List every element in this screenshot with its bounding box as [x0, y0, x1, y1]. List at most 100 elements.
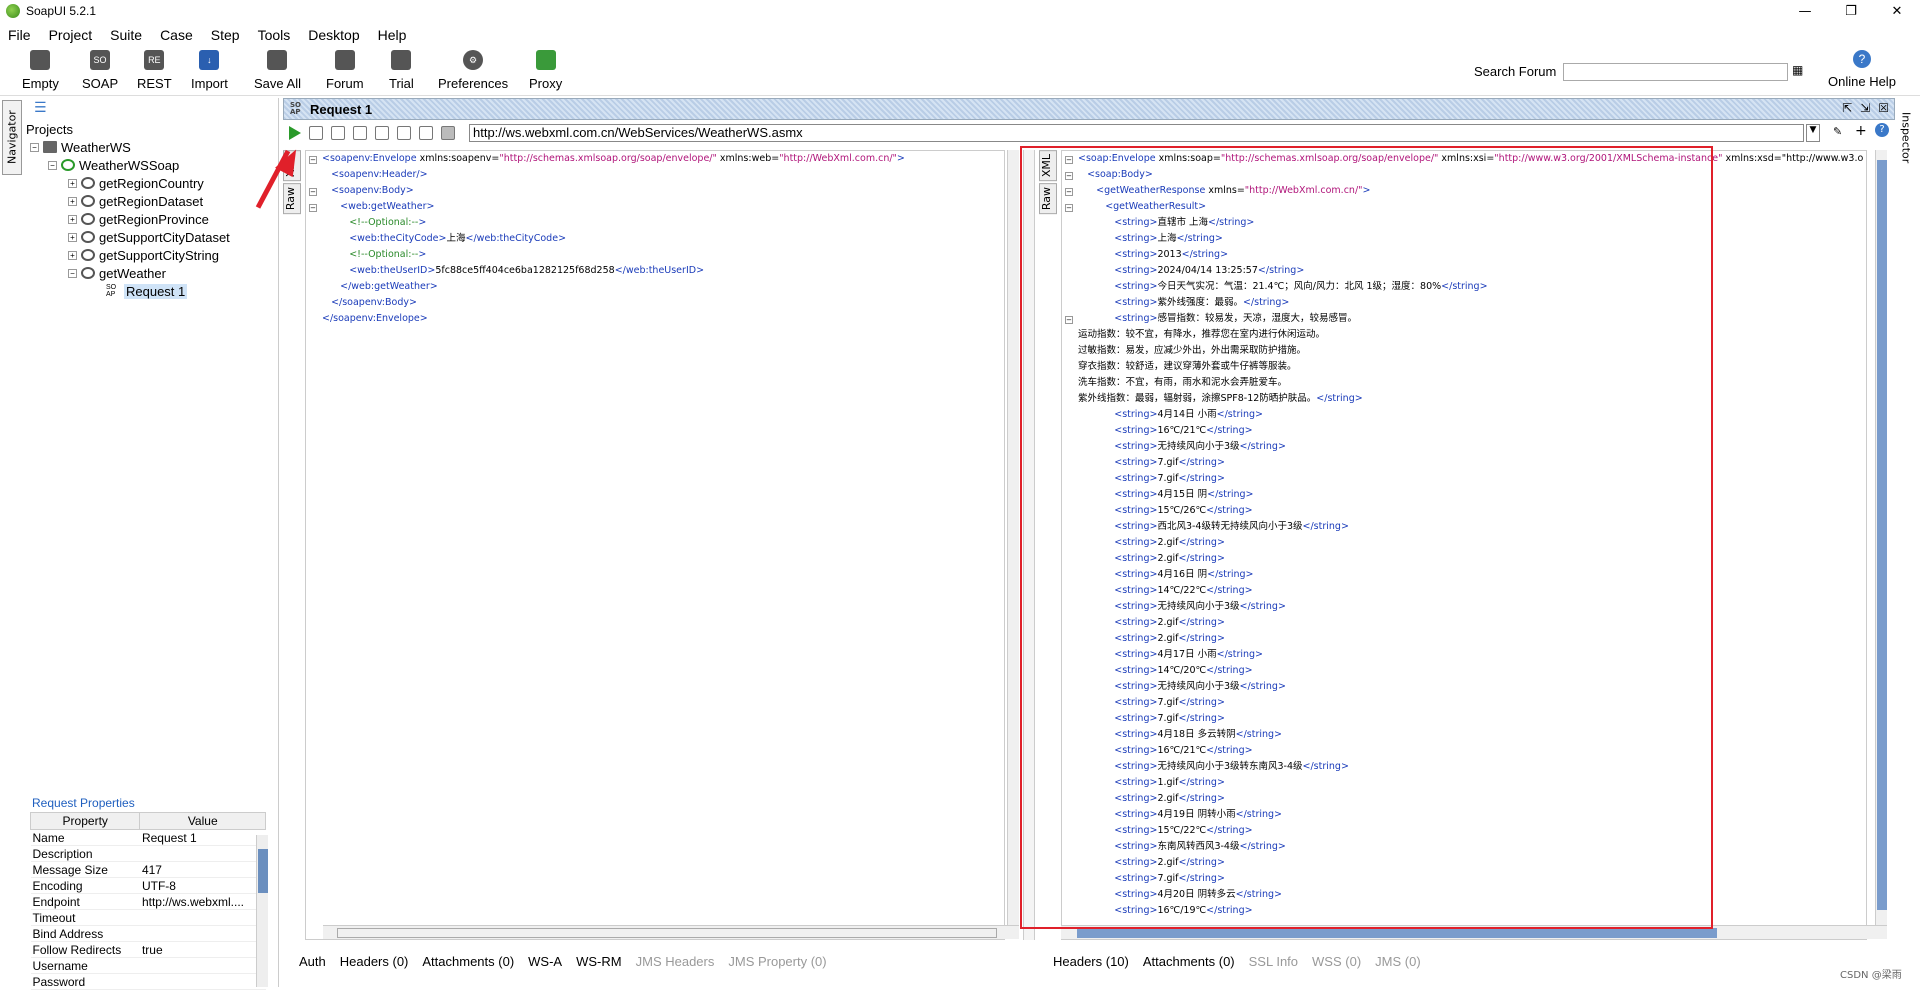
code-line[interactable]: <string>无持续风向小于3级</string> [1078, 439, 1863, 455]
chevron-down-icon[interactable]: ▼ [1806, 124, 1820, 142]
code-line[interactable]: <string>上海</string> [1078, 231, 1863, 247]
tree-binding[interactable]: − WeatherWSSoap [48, 156, 179, 174]
menu-help[interactable]: Help [378, 27, 407, 43]
close-button[interactable]: ✕ [1874, 0, 1920, 22]
code-line[interactable]: <string>紫外线强度：最弱。</string> [1078, 295, 1863, 311]
code-line[interactable]: <string>4月18日 多云转阴</string> [1078, 727, 1863, 743]
code-line[interactable]: <web:getWeather> [322, 199, 905, 215]
code-line[interactable]: <string>14℃/20℃</string> [1078, 663, 1863, 679]
code-line[interactable]: </soapenv:Envelope> [322, 311, 905, 327]
code-line[interactable]: <string>7.gif</string> [1078, 711, 1863, 727]
code-line[interactable]: <string>2013</string> [1078, 247, 1863, 263]
code-line[interactable]: 运动指数：较不宜，有降水，推荐您在室内进行休闲运动。 [1078, 327, 1863, 343]
fold-icon[interactable]: − [309, 204, 317, 212]
tab-jms-property[interactable]: JMS Property (0) [728, 954, 826, 969]
code-line[interactable]: <string>4月16日 阴</string> [1078, 567, 1863, 583]
code-line[interactable]: <string>东南风转西风3-4级</string> [1078, 839, 1863, 855]
response-xml-pane[interactable]: − − − − − <soap:Envelope xmlns:soap="htt… [1061, 150, 1867, 940]
stop-icon[interactable] [441, 126, 455, 140]
code-line[interactable]: </soapenv:Body> [322, 295, 905, 311]
soap-icon[interactable] [419, 126, 433, 140]
code-line[interactable]: <string>4月15日 阴</string> [1078, 487, 1863, 503]
tab-headers[interactable]: Headers (10) [1053, 954, 1129, 969]
help-icon[interactable]: ? [1875, 123, 1889, 137]
endpoint-input[interactable]: http://ws.webxml.com.cn/WebServices/Weat… [469, 124, 1804, 142]
code-line[interactable]: <web:theCityCode>上海</web:theCityCode> [322, 231, 905, 247]
fold-icon[interactable]: − [1065, 172, 1073, 180]
tab-ws-a[interactable]: WS-A [528, 954, 562, 969]
close-editor-icon[interactable]: ☒ [1878, 101, 1889, 115]
code-line[interactable]: <string>7.gif</string> [1078, 471, 1863, 487]
tree-operation[interactable]: + getSupportCityDataset [68, 228, 230, 246]
table-row[interactable]: Password [30, 973, 266, 990]
code-line[interactable]: <soap:Envelope xmlns:soap="http://schema… [1078, 151, 1863, 167]
collapse-icon[interactable]: − [68, 268, 77, 278]
menu-suite[interactable]: Suite [110, 27, 142, 43]
code-line[interactable]: <soapenv:Body> [322, 183, 905, 199]
properties-scrollbar[interactable] [256, 835, 268, 987]
search-binoculars-icon[interactable]: ▦ [1792, 63, 1808, 79]
code-line[interactable]: <string>7.gif</string> [1078, 455, 1863, 471]
expand-icon[interactable]: + [68, 232, 77, 242]
expand-icon[interactable]: + [68, 250, 77, 260]
response-vscrollbar[interactable] [1875, 150, 1887, 928]
tab-ssl-info[interactable]: SSL Info [1249, 954, 1298, 969]
preferences-button[interactable]: ⚙ Preferences [438, 50, 508, 91]
fold-icon[interactable]: − [1065, 204, 1073, 212]
tree-project[interactable]: − WeatherWS [30, 138, 131, 156]
request-hscrollbar[interactable] [323, 925, 1019, 939]
code-line[interactable]: <string>2.gif</string> [1078, 791, 1863, 807]
code-line[interactable]: 穿衣指数：较舒适，建议穿薄外套或牛仔裤等服装。 [1078, 359, 1863, 375]
code-line[interactable]: 过敏指数：易发，应减少外出，外出需采取防护措施。 [1078, 343, 1863, 359]
code-line[interactable]: <string>4月20日 阴转多云</string> [1078, 887, 1863, 903]
expand-icon[interactable]: + [68, 214, 77, 224]
code-line[interactable]: <string>4月19日 阴转小雨</string> [1078, 807, 1863, 823]
fold-icon[interactable]: − [309, 156, 317, 164]
code-line[interactable]: <string>无持续风向小于3级</string> [1078, 599, 1863, 615]
edit-endpoint-icon[interactable]: ✎ [1833, 125, 1842, 138]
scrollbar-thumb[interactable] [1877, 160, 1887, 910]
tab-raw[interactable]: Raw [1039, 183, 1057, 215]
code-line[interactable]: <string>7.gif</string> [1078, 871, 1863, 887]
tree-request[interactable]: SO AP Request 1 [106, 282, 188, 300]
tab-headers[interactable]: Headers (0) [340, 954, 409, 969]
code-line[interactable]: <string>感冒指数：较易发，天凉，湿度大，较易感冒。 [1078, 311, 1863, 327]
table-row[interactable]: Description [30, 845, 266, 862]
navigator-tab[interactable]: Navigator [2, 100, 22, 175]
code-line[interactable]: </web:getWeather> [322, 279, 905, 295]
code-line[interactable]: <getWeatherResult> [1078, 199, 1863, 215]
collapse-icon[interactable]: − [48, 160, 57, 170]
tab-raw[interactable]: Raw [283, 183, 301, 215]
submit-request-play-icon[interactable] [289, 126, 301, 140]
code-line[interactable]: <string>7.gif</string> [1078, 695, 1863, 711]
fold-icon[interactable]: − [1065, 156, 1073, 164]
code-line[interactable]: <string>今日天气实况：气温：21.4℃；风向/风力：北风 1级；湿度：8… [1078, 279, 1863, 295]
forum-button[interactable]: Forum [326, 50, 364, 91]
code-line[interactable]: <string>西北风3-4级转无持续风向小于3级</string> [1078, 519, 1863, 535]
tree-operation[interactable]: − getWeather [68, 264, 166, 282]
search-forum-input[interactable] [1563, 63, 1788, 81]
split-divider[interactable] [1023, 150, 1035, 940]
table-row[interactable]: Message Size 417 [30, 861, 266, 878]
menu-project[interactable]: Project [49, 27, 93, 43]
tab-jms-headers[interactable]: JMS Headers [636, 954, 715, 969]
code-line[interactable]: 紫外线指数：最弱，辐射弱，涂擦SPF8-12防晒护肤品。</string> [1078, 391, 1863, 407]
request-xml-code[interactable]: <soapenv:Envelope xmlns:soapenv="http://… [322, 151, 905, 327]
expand-icon[interactable]: + [68, 196, 77, 206]
menu-step[interactable]: Step [211, 27, 240, 43]
detach-icon[interactable]: ⇱ [1842, 101, 1852, 115]
inspector-tab[interactable]: Inspector [1896, 100, 1916, 175]
table-row[interactable]: Bind Address [30, 925, 266, 942]
expand-icon[interactable]: + [68, 178, 77, 188]
menu-desktop[interactable]: Desktop [308, 27, 359, 43]
import-button[interactable]: ↓ Import [191, 50, 228, 91]
code-line[interactable]: <string>4月14日 小雨</string> [1078, 407, 1863, 423]
code-line[interactable]: <string>15℃/22℃</string> [1078, 823, 1863, 839]
code-line[interactable]: <string>2.gif</string> [1078, 551, 1863, 567]
menu-file[interactable]: File [8, 27, 31, 43]
online-help-button[interactable]: ? Online Help [1828, 50, 1896, 89]
wss-icon[interactable] [331, 126, 345, 140]
code-line[interactable]: <string>直辖市 上海</string> [1078, 215, 1863, 231]
add-assertion-icon[interactable] [309, 126, 323, 140]
code-line[interactable]: <string>15℃/26℃</string> [1078, 503, 1863, 519]
